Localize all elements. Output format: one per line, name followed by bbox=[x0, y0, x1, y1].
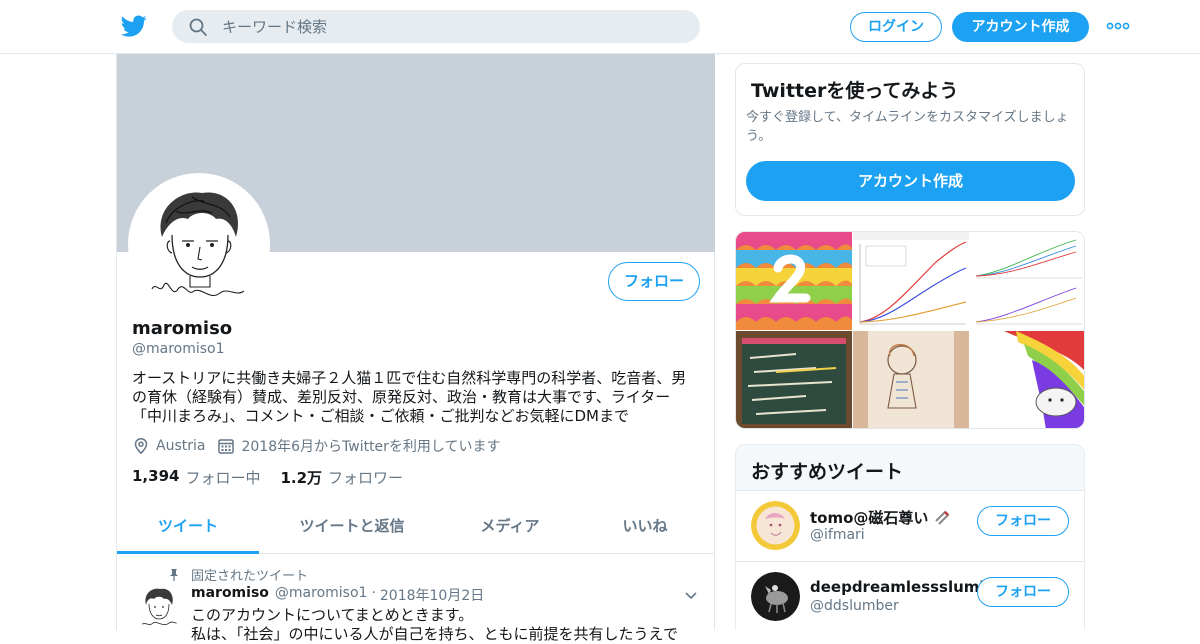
media-thumbnail[interactable] bbox=[736, 232, 852, 330]
profile-display-name[interactable]: maromiso bbox=[132, 318, 232, 339]
account-name-text: tomo@磁石尊い bbox=[810, 509, 929, 527]
follow-button[interactable]: フォロー bbox=[977, 506, 1069, 536]
tweet-author-handle[interactable]: @maromiso1 bbox=[275, 585, 368, 605]
suggested-account-handle[interactable]: @ifmari bbox=[810, 527, 865, 543]
tweet-avatar[interactable] bbox=[135, 583, 183, 631]
signup-card: Twitterを使ってみよう 今すぐ登録して、タイムラインをカスタマイズしましょ… bbox=[735, 63, 1085, 216]
bio-line: の育休（経験有）賛成、差別反対、原発反対、政治・教育は大事です、ライター bbox=[132, 388, 671, 406]
profile-handle[interactable]: @maromiso1 bbox=[132, 341, 225, 357]
suggested-account[interactable]: tomo@磁石尊い @ifmari フォロー bbox=[736, 491, 1084, 561]
twitter-bird-icon[interactable] bbox=[120, 13, 148, 39]
signup-card-button[interactable]: アカウント作成 bbox=[746, 161, 1075, 201]
profile-location: Austria bbox=[156, 438, 206, 454]
pinned-indicator: 固定されたツイート bbox=[167, 565, 308, 584]
search-input[interactable] bbox=[222, 10, 682, 43]
media-thumbnails-grid bbox=[735, 231, 1085, 429]
suggested-avatar-image bbox=[751, 501, 800, 550]
media-thumbnails bbox=[736, 232, 1085, 429]
media-thumbnail[interactable] bbox=[736, 331, 852, 429]
media-thumbnail[interactable] bbox=[853, 232, 969, 330]
signup-desc-line: う。 bbox=[746, 129, 772, 144]
tab-media[interactable]: メディア bbox=[445, 504, 575, 554]
followers-count[interactable]: 1.2万 bbox=[280, 467, 322, 488]
avatar-illustration bbox=[132, 177, 266, 311]
tweet-text-continued: 私は、「社会」の中にいる人が自己を持ち、ともに前提を共有したうえで bbox=[191, 625, 679, 643]
tab-likes[interactable]: いいね bbox=[575, 504, 715, 554]
suggested-account-handle[interactable]: @ddslumber bbox=[810, 598, 899, 614]
chevron-down-icon[interactable] bbox=[683, 587, 699, 603]
signup-card-description: 今すぐ登録して、タイムラインをカスタマイズしましょ う。 bbox=[746, 108, 1076, 146]
follow-button[interactable]: フォロー bbox=[977, 577, 1069, 607]
suggested-accounts-card: おすすめツイート tomo@磁石尊い @ifmari フォロー deepdrea… bbox=[735, 444, 1085, 632]
location-pin-icon bbox=[134, 438, 148, 455]
suggested-account-name[interactable]: tomo@磁石尊い bbox=[810, 507, 950, 528]
profile-meta: Austria 2018年6月からTwitterを利用しています bbox=[132, 436, 501, 456]
suggested-avatar-image bbox=[751, 572, 800, 621]
tab-tweets[interactable]: ツイート bbox=[117, 504, 259, 554]
magnet-icon bbox=[934, 510, 950, 525]
tweet-date[interactable]: 2018年10月2日 bbox=[380, 585, 484, 605]
media-thumbnail[interactable] bbox=[853, 331, 969, 429]
tweet-author-name[interactable]: maromiso bbox=[191, 585, 269, 605]
following-label[interactable]: フォロー中 bbox=[185, 467, 260, 488]
calendar-icon bbox=[218, 439, 235, 454]
search-box[interactable] bbox=[172, 10, 700, 43]
follow-button[interactable]: フォロー bbox=[608, 262, 700, 301]
signup-button[interactable]: アカウント作成 bbox=[952, 12, 1089, 42]
login-button[interactable]: ログイン bbox=[850, 12, 942, 42]
following-count[interactable]: 1,394 bbox=[132, 467, 179, 488]
tweet-avatar-illustration bbox=[135, 583, 183, 631]
tweet-text: このアカウントについてまとめときます。 bbox=[191, 606, 474, 624]
profile-column: フォロー maromiso @maromiso1 オーストリアに共働き夫婦子２人… bbox=[116, 54, 715, 643]
suggested-card-title: おすすめツイート bbox=[751, 461, 904, 483]
signup-desc-line: 今すぐ登録して、タイムラインをカスタマイズしましょ bbox=[746, 110, 1069, 125]
avatar[interactable] bbox=[751, 572, 800, 621]
search-icon bbox=[189, 18, 207, 36]
bio-line: 「中川まろみ」、コメント・ご相談・ご依頼・ご批判などお気軽にDMまで bbox=[132, 407, 629, 425]
pinned-label: 固定されたツイート bbox=[191, 569, 309, 584]
tweet-dot-separator: · bbox=[371, 585, 376, 601]
pinned-tweet[interactable]: 固定されたツイート maromiso @maromiso1 · 2018年10月… bbox=[117, 554, 715, 643]
avatar[interactable] bbox=[751, 501, 800, 550]
media-thumbnail[interactable] bbox=[970, 232, 1085, 330]
signup-card-title: Twitterを使ってみよう bbox=[751, 80, 959, 102]
profile-bio: オーストリアに共働き夫婦子２人猫１匹で住む自然科学専門の科学者、吃音者、男 の育… bbox=[132, 369, 702, 426]
tab-tweets-and-replies[interactable]: ツイートと返信 bbox=[259, 504, 445, 554]
profile-avatar[interactable] bbox=[128, 173, 270, 315]
tweet-header: maromiso @maromiso1 · 2018年10月2日 bbox=[191, 585, 484, 605]
bio-line: オーストリアに共働き夫婦子２人猫１匹で住む自然科学専門の科学者、吃音者、男 bbox=[132, 369, 687, 387]
profile-tabs: ツイート ツイートと返信 メディア いいね bbox=[117, 504, 715, 554]
suggested-account[interactable]: deepdreamlessslumber @ddslumber フォロー bbox=[736, 562, 1084, 632]
pin-icon bbox=[170, 568, 178, 581]
profile-joined-date: 2018年6月からTwitterを利用しています bbox=[241, 439, 501, 455]
profile-counts: 1,394 フォロー中 1.2万 フォロワー bbox=[132, 467, 423, 488]
media-thumbnail[interactable] bbox=[970, 331, 1085, 429]
more-dots-icon[interactable] bbox=[1106, 18, 1130, 34]
followers-label[interactable]: フォロワー bbox=[328, 467, 403, 488]
top-navigation-bar: ログイン アカウント作成 bbox=[0, 0, 1200, 54]
